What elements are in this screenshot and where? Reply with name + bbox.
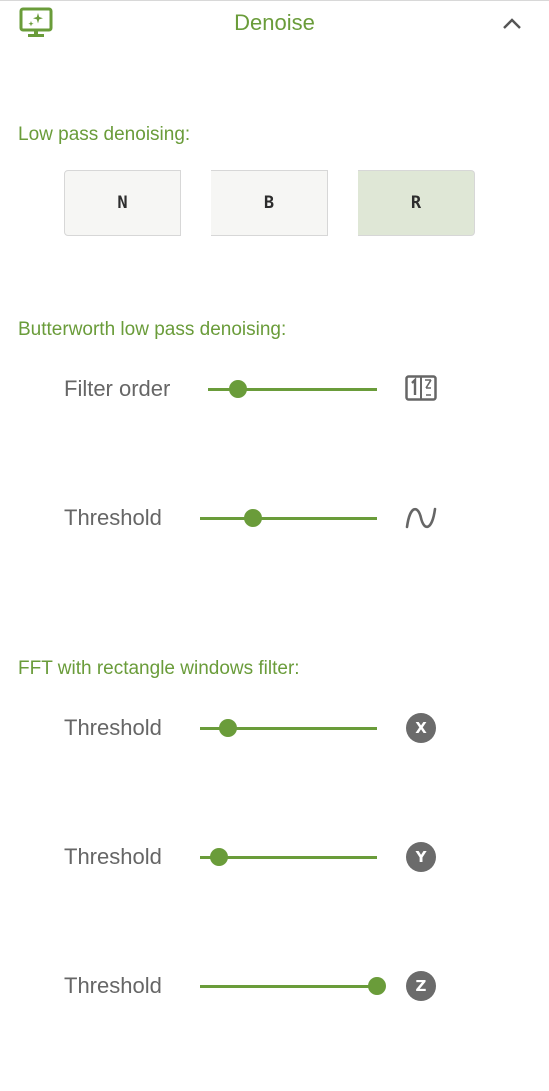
slider-thumb[interactable] <box>229 380 248 398</box>
chevron-up-icon[interactable] <box>500 13 524 35</box>
y-axis-badge-icon: Y <box>406 842 436 872</box>
butterworth-threshold-label: Threshold <box>64 505 162 530</box>
fraction-order-icon <box>405 375 437 406</box>
slider-track <box>200 517 377 520</box>
low-pass-b-button[interactable]: B <box>211 170 328 236</box>
low-pass-section-title: Low pass denoising: <box>18 124 191 145</box>
slider-thumb[interactable] <box>244 509 263 527</box>
fft-threshold-y-slider[interactable] <box>200 847 377 867</box>
slider-thumb[interactable] <box>368 977 386 995</box>
z-axis-badge-icon: Z <box>406 971 436 1001</box>
slider-track <box>200 985 377 988</box>
fft-threshold-x-slider[interactable] <box>200 718 377 738</box>
panel-title: Denoise <box>234 10 315 35</box>
x-axis-badge-icon: X <box>406 713 436 743</box>
low-pass-r-button[interactable]: R <box>358 170 475 236</box>
filter-order-label: Filter order <box>64 376 171 401</box>
fft-section-title: FFT with rectangle windows filter: <box>18 658 300 679</box>
low-pass-n-button[interactable]: N <box>64 170 181 236</box>
top-divider <box>0 0 549 1</box>
fft-threshold-x-label: Threshold <box>64 715 162 740</box>
butterworth-threshold-slider[interactable] <box>200 508 377 528</box>
fft-threshold-z-label: Threshold <box>64 973 162 998</box>
fft-threshold-y-label: Threshold <box>64 844 162 869</box>
fft-threshold-z-slider[interactable] <box>200 976 386 996</box>
slider-thumb[interactable] <box>219 719 238 737</box>
filter-order-slider[interactable] <box>208 379 377 399</box>
sine-wave-icon <box>404 503 438 538</box>
butterworth-section-title: Butterworth low pass denoising: <box>18 319 287 340</box>
slider-thumb[interactable] <box>210 848 229 866</box>
